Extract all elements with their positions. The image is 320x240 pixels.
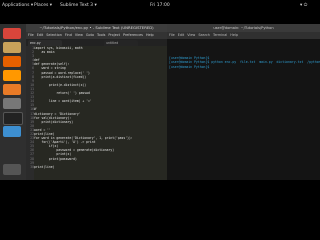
apps-icon[interactable] <box>3 164 21 175</box>
menu-find[interactable]: Find <box>65 33 72 37</box>
terminal-icon[interactable] <box>3 112 23 125</box>
menu-project[interactable]: Project <box>108 33 120 37</box>
vlc-icon[interactable] <box>3 84 21 95</box>
terminal-output[interactable]: [user@domain Python]$ [user@domain Python… <box>169 56 320 69</box>
terminal-menubar: File Edit View Search Terminal Help <box>167 32 320 39</box>
term-menu-help[interactable]: Help <box>230 33 238 37</box>
menu-tools[interactable]: Tools <box>97 33 105 37</box>
top-panel: Applications ▾ Places ▾ Sublime Text 3 ▾… <box>0 0 320 12</box>
terminal-line: [user@domain Python]$ <box>169 64 212 69</box>
applications-menu[interactable]: Applications ▾ <box>2 0 33 12</box>
menu-selection[interactable]: Selection <box>46 33 62 37</box>
clock[interactable]: Fri 17:00 <box>150 0 170 12</box>
notes-icon[interactable] <box>3 126 21 137</box>
term-menu-file[interactable]: File <box>169 33 175 37</box>
menu-view[interactable]: View <box>75 33 83 37</box>
menu-help[interactable]: Help <box>146 33 154 37</box>
term-menu-view[interactable]: View <box>187 33 195 37</box>
menu-goto[interactable]: Goto <box>86 33 94 37</box>
code-editor[interactable]: import sys, binascii, math as main def de… <box>34 46 167 180</box>
line-number-gutter: 1234567891011121314151617181920212223242… <box>26 46 34 180</box>
editor-titlebar[interactable]: ~/Tutorials/Python/enc.py • - Sublime Te… <box>26 24 167 32</box>
term-menu-search[interactable]: Search <box>198 33 210 37</box>
places-menu[interactable]: Places ▾ <box>34 0 52 12</box>
dock <box>0 24 26 184</box>
active-app-menu[interactable]: Sublime Text 3 ▾ <box>60 0 97 12</box>
firefox-icon[interactable] <box>3 56 21 67</box>
menu-edit[interactable]: Edit <box>37 33 44 37</box>
chrome-icon[interactable] <box>3 28 21 39</box>
settings-icon[interactable] <box>3 98 21 109</box>
editor-tabbar: enc.py untitled <box>26 39 167 46</box>
menu-file[interactable]: File <box>28 33 34 37</box>
term-menu-terminal[interactable]: Terminal <box>213 33 227 37</box>
files-icon[interactable] <box>3 42 21 53</box>
terminal-window <box>167 24 320 180</box>
term-menu-edit[interactable]: Edit <box>178 33 185 37</box>
sublime-icon[interactable] <box>3 70 21 81</box>
terminal-titlebar[interactable]: user@domain: ~/Tutorials/Python <box>167 24 320 32</box>
system-menu[interactable]: ▾ ⏻ <box>300 0 307 12</box>
line-number: 30 <box>30 164 34 169</box>
code-line: print(line) <box>34 164 55 169</box>
editor-menubar: File Edit Selection Find View Goto Tools Projec… <box>26 32 167 39</box>
desktop-background <box>0 180 320 240</box>
menu-preferences[interactable]: Preferences <box>123 33 143 37</box>
